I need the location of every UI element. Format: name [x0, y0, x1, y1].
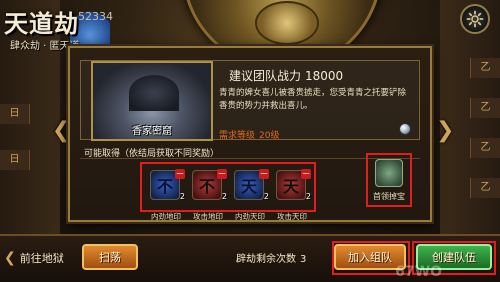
dungeon-scene-image: 香家密窟 [91, 61, 213, 141]
background-score: 52334 [78, 10, 113, 23]
boss-drop-label: 首领掉宝 [373, 192, 405, 201]
reward-label: 内劲地印 [151, 212, 181, 221]
logo-title: 天道劫 [4, 9, 79, 38]
reward-tag: 一 [259, 169, 269, 179]
reward-item-inner-heaven-seal[interactable]: 天 一 2 内劲天印 [234, 169, 269, 221]
reward-item-attack-heaven-seal[interactable]: 天 一 2 攻击天印 [276, 169, 311, 221]
required-level-label: 需求等级 [219, 131, 256, 141]
reward-tag: 一 [301, 169, 311, 179]
side-tag-right-3[interactable]: 乙 [470, 138, 500, 158]
recommended-power: 建议团队战力 18000 [229, 67, 343, 84]
dungeon-description: 青青的婢女喜儿被香贵掳走，您受青青之托要铲除香贵的势力并救出喜儿。 [219, 88, 407, 111]
rewards-row: 不 一 2 内劲地印 不 一 2 攻击地印 天 一 2 内劲天印 天 一 2 攻… [80, 153, 420, 221]
boss-drop-chest-icon[interactable] [375, 159, 403, 187]
reward-count: 2 [221, 192, 227, 201]
recommended-power-value: 18000 [305, 69, 344, 83]
go-to-hell-label: 前往地狱 [19, 252, 64, 265]
reward-count: 2 [263, 192, 269, 201]
next-dungeon-arrow[interactable]: ❯ [436, 118, 454, 143]
remaining-attempts-value: 3 [300, 254, 307, 265]
reward-item-inner-earth-seal[interactable]: 不 一 2 内劲地印 [150, 169, 185, 221]
reward-label: 内劲天印 [235, 212, 265, 221]
settings-button[interactable] [460, 4, 490, 34]
bottom-action-bar: ❮ 前往地狱 扫荡 辟劫剩余次数 3 加入组队 创建队伍 67WO [0, 234, 500, 282]
boss-drop-highlight: 首领掉宝 [366, 153, 412, 207]
required-level: 需求等级 20级 [219, 128, 279, 141]
game-logo: 天道劫 肆众劫 · 匿天道 [4, 4, 80, 52]
info-orb-icon[interactable] [399, 123, 411, 135]
site-watermark: 67WO [395, 264, 442, 280]
dungeon-summary: 香家密窟 建议团队战力 18000 青青的婢女喜儿被香贵掳走，您受青青之托要铲除香… [80, 60, 420, 141]
go-to-hell-button[interactable]: ❮ 前往地狱 [0, 246, 72, 270]
reward-tag: 一 [217, 169, 227, 179]
sweep-button[interactable]: 扫荡 [82, 244, 138, 270]
chevron-left-icon: ❮ [4, 250, 16, 266]
gear-icon [466, 10, 484, 28]
side-tag-right-2[interactable]: 乙 [470, 98, 500, 118]
reward-tag: 一 [175, 169, 185, 179]
remaining-attempts: 辟劫剩余次数 3 [236, 250, 306, 265]
side-tag-right-4[interactable]: 乙 [470, 178, 500, 198]
reward-label: 攻击天印 [277, 212, 307, 221]
side-tag-right-1[interactable]: 乙 [470, 58, 500, 78]
reward-count: 2 [305, 192, 311, 201]
seal-rewards-highlight: 不 一 2 内劲地印 不 一 2 攻击地印 天 一 2 内劲天印 天 一 2 攻… [140, 162, 316, 221]
remaining-attempts-label: 辟劫剩余次数 [236, 254, 296, 265]
dungeon-name: 香家密窟 [132, 126, 172, 137]
side-tag-left-1[interactable]: 日 [0, 104, 30, 124]
side-tag-left-2[interactable]: 日 [0, 150, 30, 170]
reward-item-attack-earth-seal[interactable]: 不 一 2 攻击地印 [192, 169, 227, 221]
reward-count: 2 [179, 192, 185, 201]
reward-label: 攻击地印 [193, 212, 223, 221]
dungeon-info-panel: 香家密窟 建议团队战力 18000 青青的婢女喜儿被香贵掳走，您受青青之托要铲除香… [68, 46, 432, 222]
required-level-value: 20级 [259, 131, 280, 141]
recommended-power-label: 建议团队战力 [229, 69, 302, 83]
